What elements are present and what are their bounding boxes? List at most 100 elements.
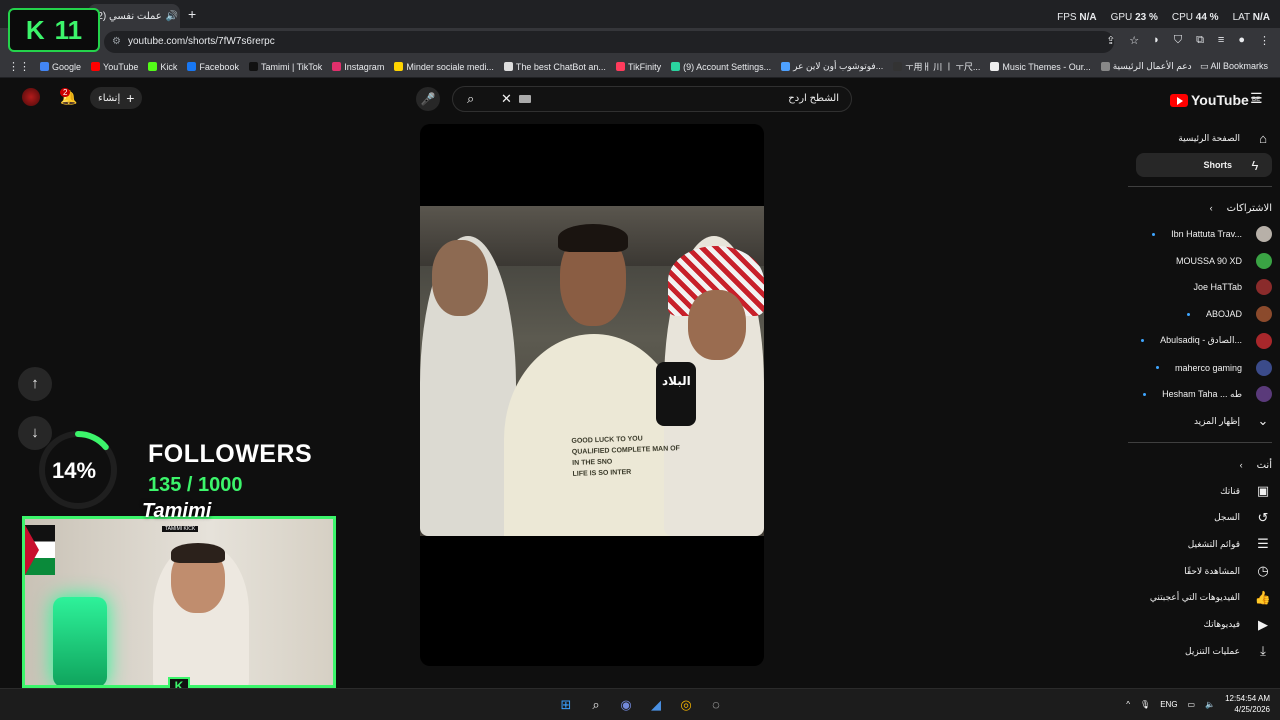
url-field[interactable]: ⚙ youtube.com/shorts/7fW7s6rerpc (104, 31, 1114, 53)
shield-icon[interactable]: ⛉ (1174, 34, 1182, 47)
person-right-head (688, 290, 746, 360)
sidebar-you-header[interactable]: ‹ أنت (1240, 453, 1272, 477)
apps-grid-icon[interactable]: ⋮⋮ (8, 60, 30, 73)
sidebar-you-item[interactable]: الفيديوهات التي أعجبتني 👍 (1150, 586, 1272, 610)
bookmark-item[interactable]: Tamimi | TikTok (248, 61, 323, 72)
you-item-label: عمليات التنزيل (1185, 645, 1240, 656)
bookmark-item[interactable]: Kick (148, 62, 177, 72)
person-center-hair (558, 224, 628, 252)
download-icon: ⤓ (1260, 643, 1266, 659)
bookmark-item[interactable]: Music Themes - Our... (990, 62, 1091, 72)
hamburger-menu-icon[interactable]: ☰ (1250, 90, 1263, 107)
speaker-icon[interactable]: 🔊 (166, 11, 178, 22)
voice-search-mic-icon[interactable]: 🎤 (416, 87, 440, 111)
display-icon[interactable]: ▭ (1188, 700, 1196, 709)
sidebar-channel-item[interactable]: Hesham Taha ... طه (1143, 382, 1272, 406)
bookmark-favicon-icon (615, 62, 625, 71)
extension-icon[interactable]: ◗ (1153, 34, 1160, 47)
show-more-button[interactable]: إظهار المزيد ⌄ (1194, 409, 1272, 433)
sidebar-channel-item[interactable]: Ibn Hattuta Trav... (1152, 222, 1272, 246)
windows-taskbar: ⊞ ⌕ ◉ ◢ ◎ ◌ ^ 🎙 ENG ▭ 🔈 12:54:54 AM 4/25… (0, 688, 1280, 720)
queue-icon[interactable]: ≡ (1218, 34, 1224, 47)
youtube-logo[interactable]: YouTube BE (1170, 92, 1260, 108)
sidebar-item-shorts[interactable]: Shorts ϟ (1136, 153, 1272, 177)
screen: (2) عملت نفسي 🔊 ✕ + FPS N/A GPU 23 % CPU… (0, 0, 1280, 720)
discord-icon[interactable]: ◉ (616, 695, 636, 715)
windows-start-icon[interactable]: ⊞ (556, 695, 576, 715)
microphone-logo: البلاد (662, 374, 691, 388)
youtube-play-icon (1170, 93, 1188, 107)
sidebar-you-item[interactable]: عمليات التنزيل ⤓ (1185, 639, 1272, 663)
sidebar-channel-item[interactable]: Joe HaTTab (1193, 275, 1272, 299)
video-frame: GOOD LUCK TO YOU QUALIFIED COMPLETE MAN … (420, 206, 764, 536)
volume-icon[interactable]: 🔈 (1205, 700, 1215, 709)
app-icon[interactable]: ◢ (646, 695, 666, 715)
chrome-icon[interactable]: ◎ (676, 695, 696, 715)
sidebar-channel-item[interactable]: ABOJAD (1186, 302, 1272, 326)
thumb-up-icon: 👍 (1254, 589, 1272, 605)
youtube-sidebar: الصفحة الرئيسية ⌂ Shorts ϟ ‹ الاشتراكات … (1128, 120, 1280, 688)
user-square-icon: ▣ (1256, 483, 1270, 498)
clock-icon: ◷ (1257, 563, 1269, 579)
bookmark-item[interactable]: Facebook (187, 62, 239, 72)
profile-icon[interactable]: ● (1238, 34, 1245, 47)
sidebar-you-item[interactable]: قناتك ▣ (1220, 479, 1272, 503)
bookmark-favicon-icon (1100, 62, 1110, 71)
bookmark-item[interactable]: دعم الأعمال الرئيسية (1100, 61, 1192, 72)
sidebar-you-item[interactable]: المشاهدة لاحقًا ◷ (1184, 559, 1272, 583)
channel-avatar (1256, 386, 1272, 403)
all-bookmarks-label: All Bookmarks (1210, 61, 1268, 71)
bookmarks-bar: ⋮⋮ Google YouTube Kick Facebook Tamimi | Tik… (0, 56, 1280, 78)
tray-mic-icon[interactable]: 🎙 (1140, 700, 1150, 709)
sidebar-channel-item[interactable]: maherco gaming (1155, 356, 1272, 380)
sidebar-you-item[interactable]: فيديوهاتك ▶ (1204, 613, 1272, 637)
bookmark-star-icon[interactable]: ☆ (1129, 34, 1139, 47)
bookmark-item[interactable]: Instagram (332, 62, 384, 72)
install-icon[interactable]: ⇪ (1106, 34, 1115, 47)
lat-stat: LAT N/A (1232, 12, 1270, 23)
sidebar-channel-item[interactable]: MOUSSA 90 XD (1176, 249, 1272, 273)
sidebar-you-item[interactable]: قوائم التشغيل ☰ (1188, 532, 1272, 556)
video-icon: ▶ (1258, 616, 1268, 632)
shorts-video-player[interactable]: GOOD LUCK TO YOU QUALIFIED COMPLETE MAN … (420, 124, 764, 666)
bookmark-label: Facebook (199, 61, 239, 72)
kebab-menu-icon[interactable]: ⋮ (1259, 34, 1270, 47)
language-indicator[interactable]: ENG (1160, 700, 1177, 709)
clear-search-icon[interactable]: ✕ (501, 91, 512, 107)
streamer-subtitle: TAMIMI KICK (162, 526, 199, 532)
all-bookmarks-button[interactable]: ▭ All Bookmarks (1200, 61, 1268, 72)
search-icon[interactable]: ⌕ (467, 91, 474, 107)
sidebar-shorts-label: Shorts (1203, 160, 1232, 170)
keyboard-icon[interactable] (519, 95, 531, 103)
puzzle-icon[interactable]: ⧉ (1196, 34, 1204, 47)
clock[interactable]: 12:54:54 AM 4/25/2026 (1225, 693, 1270, 715)
channel-name: Joe HaTTab (1193, 282, 1242, 293)
new-content-dot (1141, 339, 1145, 343)
site-info-icon[interactable]: ⚙ (112, 31, 121, 53)
green-light (53, 597, 107, 685)
sidebar-item-home[interactable]: الصفحة الرئيسية ⌂ (1178, 126, 1272, 150)
bookmark-item[interactable]: YouTube (91, 62, 138, 72)
sidebar-channel-item[interactable]: Abulsadiq - الصادق... (1141, 329, 1272, 353)
tray-chevron-up-icon[interactable]: ^ (1126, 700, 1130, 709)
bookmark-item[interactable]: The best ChatBot an... (503, 62, 606, 72)
taskbar-search-icon[interactable]: ⌕ (586, 695, 606, 715)
bookmark-item[interactable]: فوتوشوب أون لاين عر... (781, 61, 883, 72)
bookmark-item[interactable]: Minder sociale medi... (394, 62, 494, 72)
previous-short-arrow-up-icon[interactable]: ↑ (18, 367, 52, 401)
account-avatar[interactable] (22, 88, 40, 106)
bookmark-item[interactable]: ㅜ用ㅐ 川 ㅣ ㅜ尺... (893, 60, 980, 73)
new-tab-icon[interactable]: + (188, 6, 196, 22)
sidebar-subscriptions-header[interactable]: ‹ الاشتراكات (1210, 196, 1272, 220)
channel-avatar (1256, 332, 1272, 349)
bookmark-item[interactable]: (9) Account Settings... (671, 62, 771, 72)
bookmark-item[interactable]: TikFinity (615, 62, 661, 72)
bookmark-label: Tamimi | TikTok (260, 61, 323, 72)
channel-name: Hesham Taha ... طه (1162, 388, 1242, 399)
browser-tab[interactable]: (2) عملت نفسي 🔊 ✕ (88, 4, 180, 28)
bookmark-item[interactable]: Google (40, 62, 81, 72)
search-input[interactable]: ⌕ ✕ الشطح اردح (452, 86, 852, 112)
sidebar-you-item[interactable]: السجل ↺ (1214, 506, 1272, 530)
obs-icon[interactable]: ◌ (706, 695, 726, 715)
create-button[interactable]: إنشاء + (90, 87, 143, 109)
